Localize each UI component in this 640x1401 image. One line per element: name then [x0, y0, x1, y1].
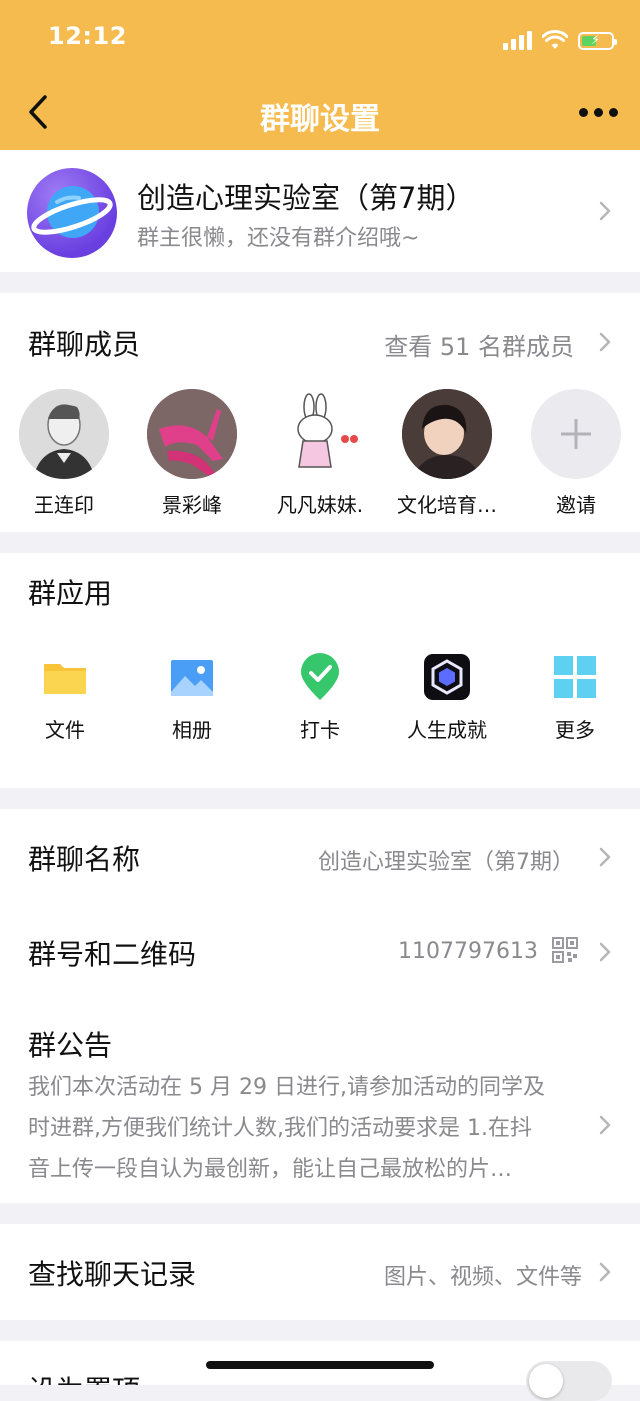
page-title: 群聊设置: [260, 102, 380, 137]
more-dot-icon: [593, 107, 603, 117]
pin-chat-label: 设为置顶: [28, 1369, 140, 1385]
member-item[interactable]: 景彩峰: [137, 389, 247, 518]
member-avatar: [402, 389, 492, 479]
chevron-right-icon: [598, 331, 612, 353]
app-album[interactable]: 相册: [137, 652, 247, 743]
member-name: 凡凡妹妹.: [276, 493, 364, 517]
member-name: 王连印: [34, 493, 94, 517]
app-label: 打卡: [300, 718, 340, 742]
app-label: 文件: [45, 718, 85, 742]
chevron-right-icon: [598, 846, 612, 868]
wifi-icon: [542, 30, 568, 49]
status-time: 12:12: [48, 22, 127, 50]
search-history-hint: 图片、视频、文件等: [383, 1265, 582, 1290]
signal-icon: [503, 30, 532, 50]
app-check-in[interactable]: 打卡: [265, 652, 375, 743]
app-files[interactable]: 文件: [10, 652, 120, 743]
app-label: 人生成就: [407, 718, 487, 742]
group-notice-text: 我们本次活动在 5 月 29 日进行,请参加活动的同学及 时进群,方便我们统计人…: [28, 1067, 588, 1190]
apps-title: 群应用: [28, 577, 113, 610]
status-icons: ⚡: [503, 26, 617, 50]
qr-code-icon: [552, 937, 578, 963]
chevron-right-icon: [598, 941, 612, 963]
check-in-icon: [295, 652, 345, 702]
invite-label: 邀请: [556, 493, 596, 517]
group-name-value: 创造心理实验室（第7期）: [318, 850, 574, 875]
group-avatar: [27, 168, 117, 258]
app-label: 相册: [172, 718, 212, 742]
folder-icon: [40, 652, 90, 702]
header-bar: 12:12 ⚡ 群聊设置: [0, 0, 640, 150]
member-avatar: [19, 389, 109, 479]
member-name: 文化培育…: [397, 493, 497, 517]
member-avatar: [147, 389, 237, 479]
member-name: 景彩峰: [162, 493, 222, 517]
notice-line: 我们本次活动在 5 月 29 日进行,请参加活动的同学及: [28, 1075, 545, 1100]
chevron-right-icon: [598, 1261, 612, 1283]
chevron-right-icon: [598, 1114, 612, 1136]
more-apps-icon: [550, 652, 600, 702]
plus-icon: [531, 389, 621, 479]
more-dot-icon: [608, 107, 618, 117]
more-dot-icon: [578, 107, 588, 117]
member-item[interactable]: 王连印: [9, 389, 119, 518]
chevron-right-icon: [598, 200, 612, 222]
achievement-icon: [422, 652, 472, 702]
group-intro: 群主很懒，还没有群介绍哦~: [137, 226, 420, 251]
planet-icon: [31, 186, 113, 238]
group-id-value: 1107797613: [398, 939, 538, 964]
notice-line: 音上传一段自认为最创新，能让自己最放松的片…: [28, 1157, 513, 1182]
view-all-members-link[interactable]: 查看 51 名群成员: [384, 327, 574, 362]
app-more[interactable]: 更多: [520, 652, 630, 743]
invite-member-button[interactable]: 邀请: [521, 389, 631, 518]
home-indicator: [206, 1361, 434, 1369]
pin-chat-toggle[interactable]: [526, 1361, 612, 1401]
group-name-label: 群聊名称: [28, 843, 141, 876]
member-avatar: [275, 389, 365, 479]
search-history-label: 查找聊天记录: [28, 1258, 197, 1291]
member-item[interactable]: 文化培育…: [392, 389, 502, 518]
members-title: 群聊成员: [28, 328, 141, 361]
app-achievement[interactable]: 人生成就: [392, 652, 502, 743]
member-item[interactable]: 凡凡妹妹.: [265, 389, 375, 518]
group-notice-label: 群公告: [28, 1029, 113, 1062]
notice-line: 时进群,方便我们统计人数,我们的活动要求是 1.在抖: [28, 1116, 532, 1141]
battery-icon: ⚡: [578, 32, 617, 50]
album-icon: [167, 652, 217, 702]
toggle-knob: [529, 1364, 563, 1398]
group-id-label: 群号和二维码: [28, 938, 197, 971]
group-name: 创造心理实验室（第7期）: [137, 181, 475, 215]
app-label: 更多: [555, 718, 595, 742]
more-button[interactable]: [574, 96, 622, 128]
